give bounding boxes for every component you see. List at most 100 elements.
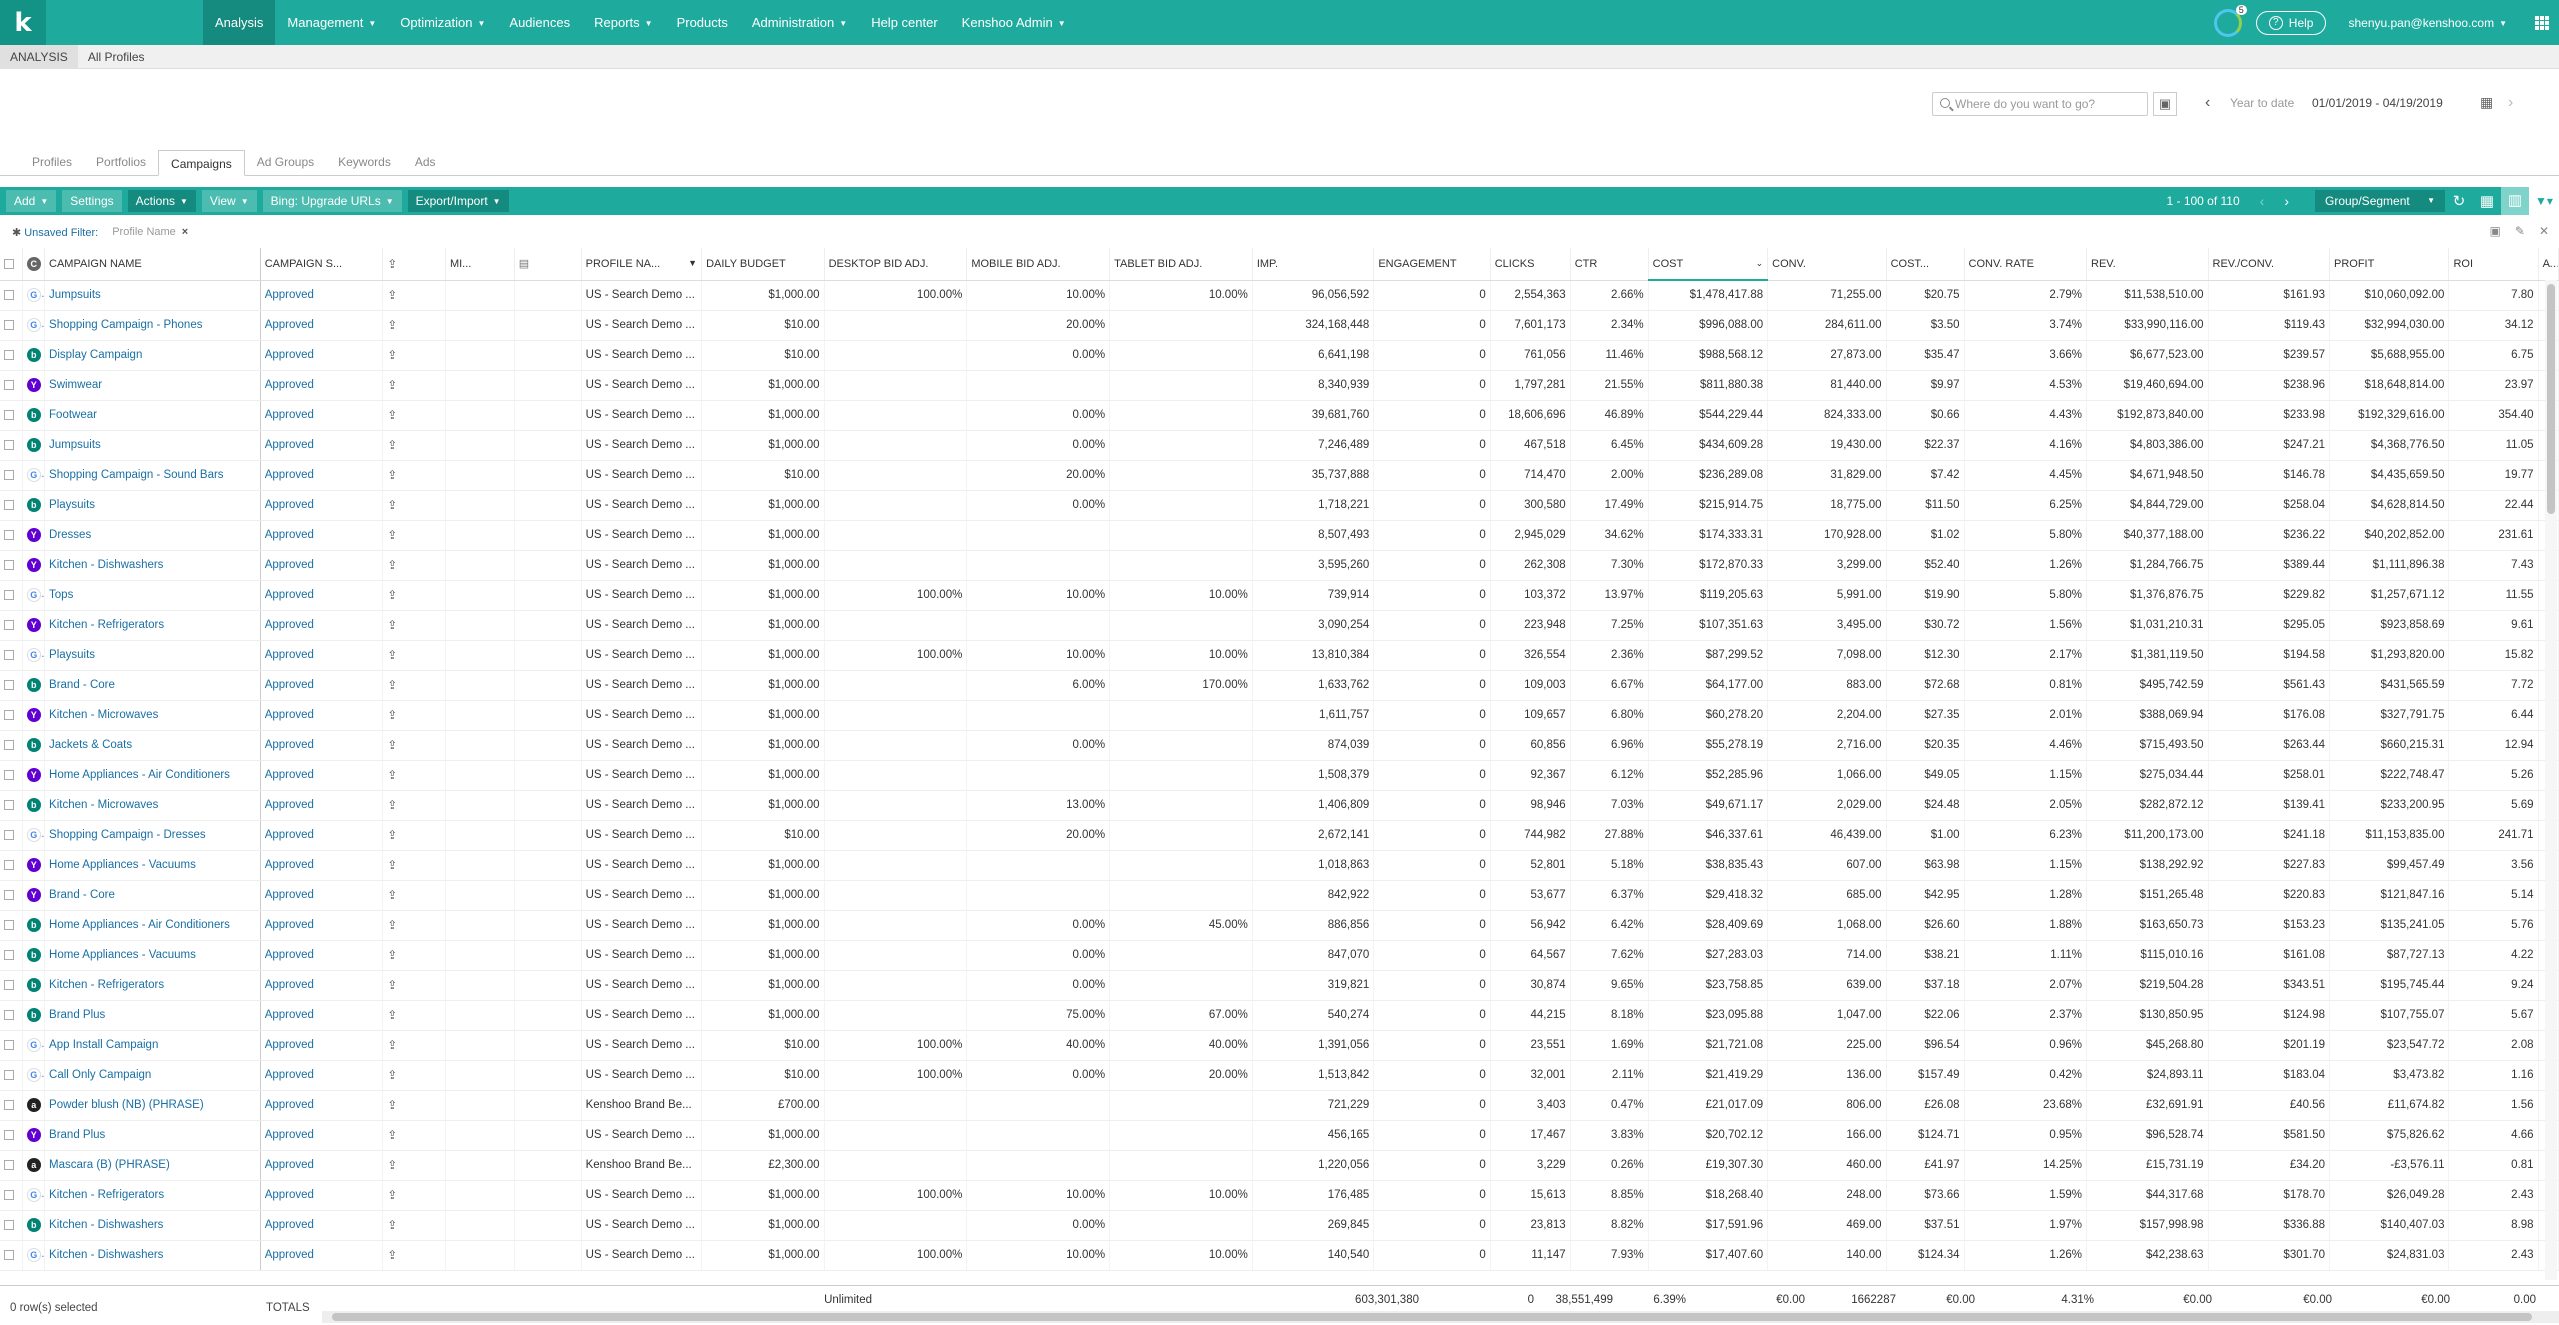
- table-row[interactable]: Y Kitchen - Refrigerators Approved ⇪ US - Se…: [0, 610, 2559, 641]
- all-profiles-tab[interactable]: All Profiles: [78, 45, 155, 69]
- upload-cell[interactable]: ⇪: [382, 1060, 446, 1091]
- upload-cell[interactable]: ⇪: [382, 1150, 446, 1181]
- table-row[interactable]: G Tops Approved ⇪ US - Search Demo ... $1,000…: [0, 580, 2559, 611]
- row-checkbox[interactable]: [0, 490, 23, 521]
- col-header-imp[interactable]: IMP.: [1252, 248, 1375, 281]
- row-checkbox[interactable]: [0, 550, 23, 581]
- upload-icon[interactable]: ⇪: [387, 738, 397, 752]
- row-checkbox[interactable]: [0, 1090, 23, 1121]
- upload-icon[interactable]: ⇪: [387, 498, 397, 512]
- table-row[interactable]: Y Dresses Approved ⇪ US - Search Demo ... $1,…: [0, 520, 2559, 551]
- campaign-name-link[interactable]: Brand - Core: [49, 889, 115, 901]
- col-header-calendar[interactable]: ▤: [514, 248, 582, 281]
- upload-icon[interactable]: ⇪: [387, 528, 397, 542]
- campaign-status-link[interactable]: Approved: [265, 529, 314, 541]
- table-row[interactable]: G Call Only Campaign Approved ⇪ US - Search …: [0, 1060, 2559, 1091]
- campaign-status-link[interactable]: Approved: [265, 499, 314, 511]
- col-header-cost-per-conv[interactable]: COST...: [1886, 248, 1965, 281]
- upload-cell[interactable]: ⇪: [382, 790, 446, 821]
- save-filter-icon[interactable]: ▣: [2490, 224, 2501, 238]
- col-header-av[interactable]: AV: [2538, 248, 2559, 281]
- nav-item-administration[interactable]: Administration ▼: [740, 0, 859, 45]
- row-checkbox[interactable]: [0, 310, 23, 341]
- upload-cell[interactable]: ⇪: [382, 970, 446, 1001]
- upload-cell[interactable]: ⇪: [382, 610, 446, 641]
- prev-page-icon[interactable]: ‹: [2260, 193, 2265, 209]
- row-checkbox[interactable]: [0, 580, 23, 611]
- vertical-scroll-thumb[interactable]: [2547, 284, 2555, 514]
- tab-keywords[interactable]: Keywords: [326, 149, 403, 175]
- table-row[interactable]: b Footwear Approved ⇪ US - Search Demo ... $1…: [0, 400, 2559, 431]
- upload-cell[interactable]: ⇪: [382, 760, 446, 791]
- upload-cell[interactable]: ⇪: [382, 880, 446, 911]
- apps-grid-icon[interactable]: [2535, 15, 2549, 30]
- row-checkbox[interactable]: [0, 280, 23, 311]
- upload-icon[interactable]: ⇪: [387, 918, 397, 932]
- group-segment-select[interactable]: Group/Segment ▼: [2315, 190, 2445, 212]
- campaign-status-link[interactable]: Approved: [265, 889, 314, 901]
- bing-upgrade-urls-button[interactable]: Bing: Upgrade URLs ▼: [262, 190, 402, 212]
- campaign-status-link[interactable]: Approved: [265, 1099, 314, 1111]
- row-checkbox[interactable]: [0, 1030, 23, 1061]
- col-header-desktop-bid-adj[interactable]: DESKTOP BID ADJ.: [824, 248, 968, 281]
- table-row[interactable]: G Kitchen - Dishwashers Approved ⇪ US - Sear…: [0, 1240, 2559, 1271]
- row-checkbox[interactable]: [0, 700, 23, 731]
- row-checkbox[interactable]: [0, 790, 23, 821]
- campaign-status-link[interactable]: Approved: [265, 769, 314, 781]
- upload-cell[interactable]: ⇪: [382, 910, 446, 941]
- campaign-name-link[interactable]: Footwear: [49, 409, 97, 421]
- col-header-conv[interactable]: CONV.: [1767, 248, 1887, 281]
- table-row[interactable]: b Kitchen - Refrigerators Approved ⇪ US - Se…: [0, 970, 2559, 1001]
- vertical-scrollbar[interactable]: [2545, 280, 2557, 1280]
- row-checkbox[interactable]: [0, 820, 23, 851]
- row-checkbox[interactable]: [0, 370, 23, 401]
- table-row[interactable]: b Display Campaign Approved ⇪ US - Search De…: [0, 340, 2559, 371]
- upload-icon[interactable]: ⇪: [387, 588, 397, 602]
- date-prev-icon[interactable]: ‹: [2205, 94, 2210, 112]
- date-range[interactable]: 01/01/2019 - 04/19/2019: [2312, 96, 2443, 110]
- search-input[interactable]: Where do you want to go?: [1932, 92, 2148, 116]
- campaign-name-link[interactable]: Home Appliances - Air Conditioners: [49, 919, 230, 931]
- settings-button[interactable]: Settings: [62, 190, 122, 212]
- user-menu[interactable]: shenyu.pan@kenshoo.com ▼: [2348, 16, 2507, 30]
- row-checkbox[interactable]: [0, 640, 23, 671]
- upload-cell[interactable]: ⇪: [382, 1030, 446, 1061]
- upload-icon[interactable]: ⇪: [387, 768, 397, 782]
- campaign-name-link[interactable]: Brand - Core: [49, 679, 115, 691]
- campaign-status-link[interactable]: Approved: [265, 1129, 314, 1141]
- table-row[interactable]: Y Home Appliances - Air Conditioners Appro…: [0, 760, 2559, 791]
- campaign-status-link[interactable]: Approved: [265, 319, 314, 331]
- nav-item-help-center[interactable]: Help center: [859, 0, 949, 45]
- row-checkbox[interactable]: [0, 940, 23, 971]
- upload-icon[interactable]: ⇪: [387, 648, 397, 662]
- table-row[interactable]: Y Home Appliances - Vacuums Approved ⇪ US - …: [0, 850, 2559, 881]
- upload-icon[interactable]: ⇪: [387, 678, 397, 692]
- analysis-section-tab[interactable]: ANALYSIS: [0, 44, 78, 69]
- campaign-status-link[interactable]: Approved: [265, 1219, 314, 1231]
- upload-icon[interactable]: ⇪: [387, 1038, 397, 1052]
- col-header-rev-per-conv[interactable]: REV./CONV.: [2208, 248, 2331, 281]
- col-header-conv-rate[interactable]: CONV. RATE: [1964, 248, 2088, 281]
- filter-icon[interactable]: ▼▾: [2529, 187, 2559, 215]
- upload-icon[interactable]: ⇪: [387, 1008, 397, 1022]
- campaign-name-link[interactable]: Home Appliances - Air Conditioners: [49, 769, 230, 781]
- table-row[interactable]: b Playsuits Approved ⇪ US - Search Demo ... $…: [0, 490, 2559, 521]
- row-checkbox[interactable]: [0, 970, 23, 1001]
- channel-column-header[interactable]: C: [22, 248, 46, 281]
- upload-cell[interactable]: ⇪: [382, 700, 446, 731]
- save-icon[interactable]: ▣: [2153, 92, 2177, 116]
- clear-filter-icon[interactable]: ✕: [2539, 224, 2549, 238]
- calendar-icon[interactable]: ▦: [2480, 94, 2493, 111]
- table-row[interactable]: b Kitchen - Microwaves Approved ⇪ US - Searc…: [0, 790, 2559, 821]
- date-preset-label[interactable]: Year to date: [2230, 96, 2294, 110]
- tab-ad-groups[interactable]: Ad Groups: [245, 149, 326, 175]
- col-header-tablet-bid-adj[interactable]: TABLET BID ADJ.: [1109, 248, 1253, 281]
- upload-icon[interactable]: ⇪: [387, 408, 397, 422]
- campaign-status-link[interactable]: Approved: [265, 409, 314, 421]
- upload-icon[interactable]: ⇪: [387, 1068, 397, 1082]
- table-row[interactable]: Y Kitchen - Microwaves Approved ⇪ US - Searc…: [0, 700, 2559, 731]
- row-checkbox[interactable]: [0, 1180, 23, 1211]
- campaign-status-link[interactable]: Approved: [265, 379, 314, 391]
- horizontal-scroll-thumb[interactable]: [332, 1313, 2532, 1321]
- table-row[interactable]: G Shopping Campaign - Sound Bars Approved ⇪…: [0, 460, 2559, 491]
